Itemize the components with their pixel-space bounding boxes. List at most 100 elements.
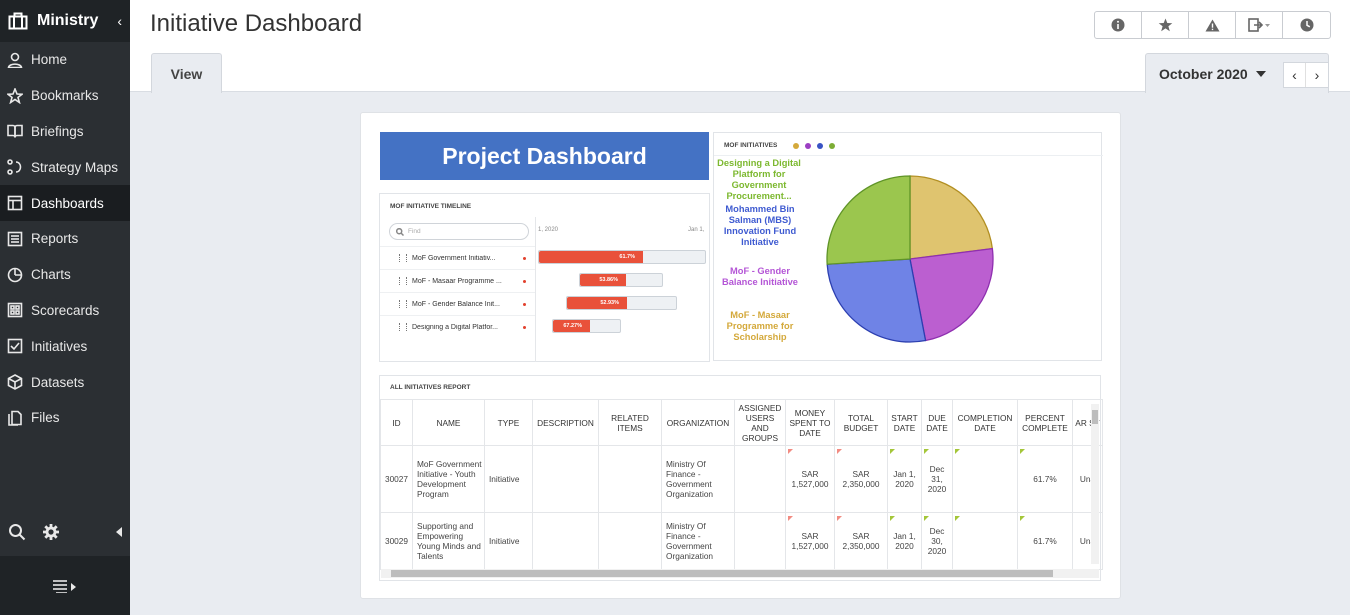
cube-icon (6, 374, 23, 391)
table-row[interactable]: 30029 Supporting and Empowering Young Min… (380, 512, 1103, 570)
column-header[interactable]: ID (380, 399, 413, 446)
sidebar-item-label: Scorecards (31, 302, 100, 318)
sidebar-item-files[interactable]: Files (0, 400, 130, 436)
column-header[interactable]: DESCRIPTION (532, 399, 599, 446)
column-header[interactable]: TOTAL BUDGET (834, 399, 888, 446)
sidebar-item-scorecards[interactable]: Scorecards (0, 293, 130, 329)
timeline-bar-fill[interactable]: 61.7% (539, 251, 643, 263)
next-period-button[interactable]: › (1306, 63, 1328, 87)
timeline-row-name: MoF Government Initiativ... (412, 254, 496, 262)
alert-button[interactable] (1189, 12, 1236, 38)
column-header[interactable]: DUE DATE (921, 399, 953, 446)
column-header[interactable]: RELATED ITEMS (598, 399, 662, 446)
gear-icon[interactable] (42, 523, 60, 541)
sidebar-item-home[interactable]: Home (0, 42, 130, 78)
timeline-row[interactable]: MoF Government Initiativ... (380, 246, 535, 269)
column-header[interactable]: COMPLETION DATE (952, 399, 1018, 446)
sidebar-item-dashboards[interactable]: Dashboards (0, 185, 130, 221)
history-button[interactable] (1283, 12, 1330, 38)
timeline-bar-fill[interactable]: 52.93% (567, 297, 627, 309)
collapse-sidebar-icon[interactable]: ‹ (117, 13, 122, 29)
period-label[interactable]: October 2020 (1159, 66, 1248, 82)
export-button[interactable] (1236, 12, 1283, 38)
sidebar-item-label: Briefings (31, 123, 84, 139)
menu-expand-icon[interactable] (51, 579, 79, 593)
tab-view[interactable]: View (151, 53, 222, 93)
collapse-left-icon[interactable] (116, 527, 122, 537)
horizontal-scrollbar[interactable] (381, 569, 1099, 578)
table-cell (952, 445, 1018, 513)
legend-dot-digital[interactable] (829, 142, 836, 149)
sidebar-item-label: Initiatives (31, 338, 88, 354)
pie-chart (826, 175, 994, 343)
pie-label-digital: Designing a Digital Platform for Governm… (717, 158, 801, 201)
column-header[interactable]: START DATE (887, 399, 922, 446)
dashboard-banner: Project Dashboard (380, 132, 709, 180)
column-header[interactable]: TYPE (484, 399, 533, 446)
briefcase-icon (8, 12, 28, 30)
column-header[interactable]: ORGANIZATION (661, 399, 735, 446)
pie-slice-digital[interactable] (826, 175, 911, 265)
timeline-row[interactable]: MoF - Gender Balance Init... (380, 292, 535, 315)
book-icon (6, 123, 23, 140)
cell-value: Supporting and Empowering Young Minds an… (417, 521, 481, 561)
search-icon[interactable] (8, 523, 26, 541)
sidebar-tools (0, 508, 130, 556)
period-selector[interactable]: October 2020 ‹ › (1145, 53, 1329, 93)
star-icon (1158, 18, 1172, 32)
cell-value: Dec 30, 2020 (927, 526, 947, 556)
timeline-panel: MOF INITIATIVE TIMELINE Find 1, 2020 Jan… (379, 193, 710, 362)
status-flag-icon (890, 516, 895, 521)
legend-dot-gender[interactable] (805, 142, 812, 149)
table-cell: 30027 (380, 445, 413, 513)
status-flag-icon (890, 449, 895, 454)
search-icon (396, 228, 404, 236)
timeline-bar-fill[interactable]: 53.86% (580, 274, 626, 286)
table-cell: Ministry Of Finance - Government Organiz… (661, 445, 735, 513)
legend-dot-masaar[interactable] (793, 142, 800, 149)
sidebar-nav: Home Bookmarks Briefings Strategy Maps Dashb… (0, 42, 130, 436)
sidebar-item-label: Datasets (31, 374, 85, 390)
cell-value: Ministry Of Finance - Government Organiz… (666, 459, 714, 499)
pie-slice-mbs[interactable] (826, 258, 927, 343)
table-cell: SAR 1,527,000 (785, 512, 835, 570)
column-header[interactable]: NAME (412, 399, 485, 446)
column-header[interactable]: ASSIGNED USERS AND GROUPS (734, 399, 786, 446)
pie-slice-masaar[interactable] (909, 175, 994, 260)
sidebar-item-label: Dashboards (31, 195, 104, 211)
vertical-scrollbar[interactable] (1091, 404, 1099, 564)
legend-dot-mbs[interactable] (817, 142, 824, 149)
column-header[interactable]: PERCENT COMPLETE (1017, 399, 1073, 446)
drag-handle-icon[interactable] (399, 323, 407, 331)
sidebar-item-bookmarks[interactable]: Bookmarks (0, 78, 130, 114)
sidebar-item-strategy-maps[interactable]: Strategy Maps (0, 149, 130, 185)
previous-period-button[interactable]: ‹ (1284, 63, 1306, 87)
bookmark-button[interactable] (1142, 12, 1189, 38)
dashboard-canvas: Project Dashboard MOF INITIATIVE TIMELIN… (360, 112, 1121, 599)
info-button[interactable] (1095, 12, 1142, 38)
star-icon (6, 87, 23, 104)
drag-handle-icon[interactable] (399, 254, 407, 262)
table-cell (952, 512, 1018, 570)
cell-value: 30029 (384, 536, 409, 546)
table-cell: Dec 30, 2020 (921, 512, 953, 570)
cell-value: Initiative (489, 474, 520, 484)
chevron-down-icon[interactable] (1255, 70, 1266, 77)
timeline-row[interactable]: Designing a Digital Platfor... (380, 315, 535, 338)
sidebar-item-initiatives[interactable]: Initiatives (0, 328, 130, 364)
sidebar-item-reports[interactable]: Reports (0, 221, 130, 257)
sidebar-item-datasets[interactable]: Datasets (0, 364, 130, 400)
sidebar-item-briefings[interactable]: Briefings (0, 114, 130, 150)
drag-handle-icon[interactable] (399, 277, 407, 285)
horizontal-scroll-thumb[interactable] (391, 570, 1053, 577)
timeline-bar-fill[interactable]: 67.27% (553, 320, 590, 332)
column-header[interactable]: MONEY SPENT TO DATE (785, 399, 835, 446)
vertical-scroll-thumb[interactable] (1092, 410, 1098, 424)
sidebar-item-label: Charts (31, 267, 71, 283)
table-cell (598, 512, 662, 570)
timeline-search-input[interactable]: Find (389, 223, 529, 240)
drag-handle-icon[interactable] (399, 300, 407, 308)
sidebar-item-charts[interactable]: Charts (0, 257, 130, 293)
table-row[interactable]: 30027 MoF Government Initiative - Youth D… (380, 445, 1103, 513)
timeline-row[interactable]: MoF - Masaar Programme ... (380, 269, 535, 292)
